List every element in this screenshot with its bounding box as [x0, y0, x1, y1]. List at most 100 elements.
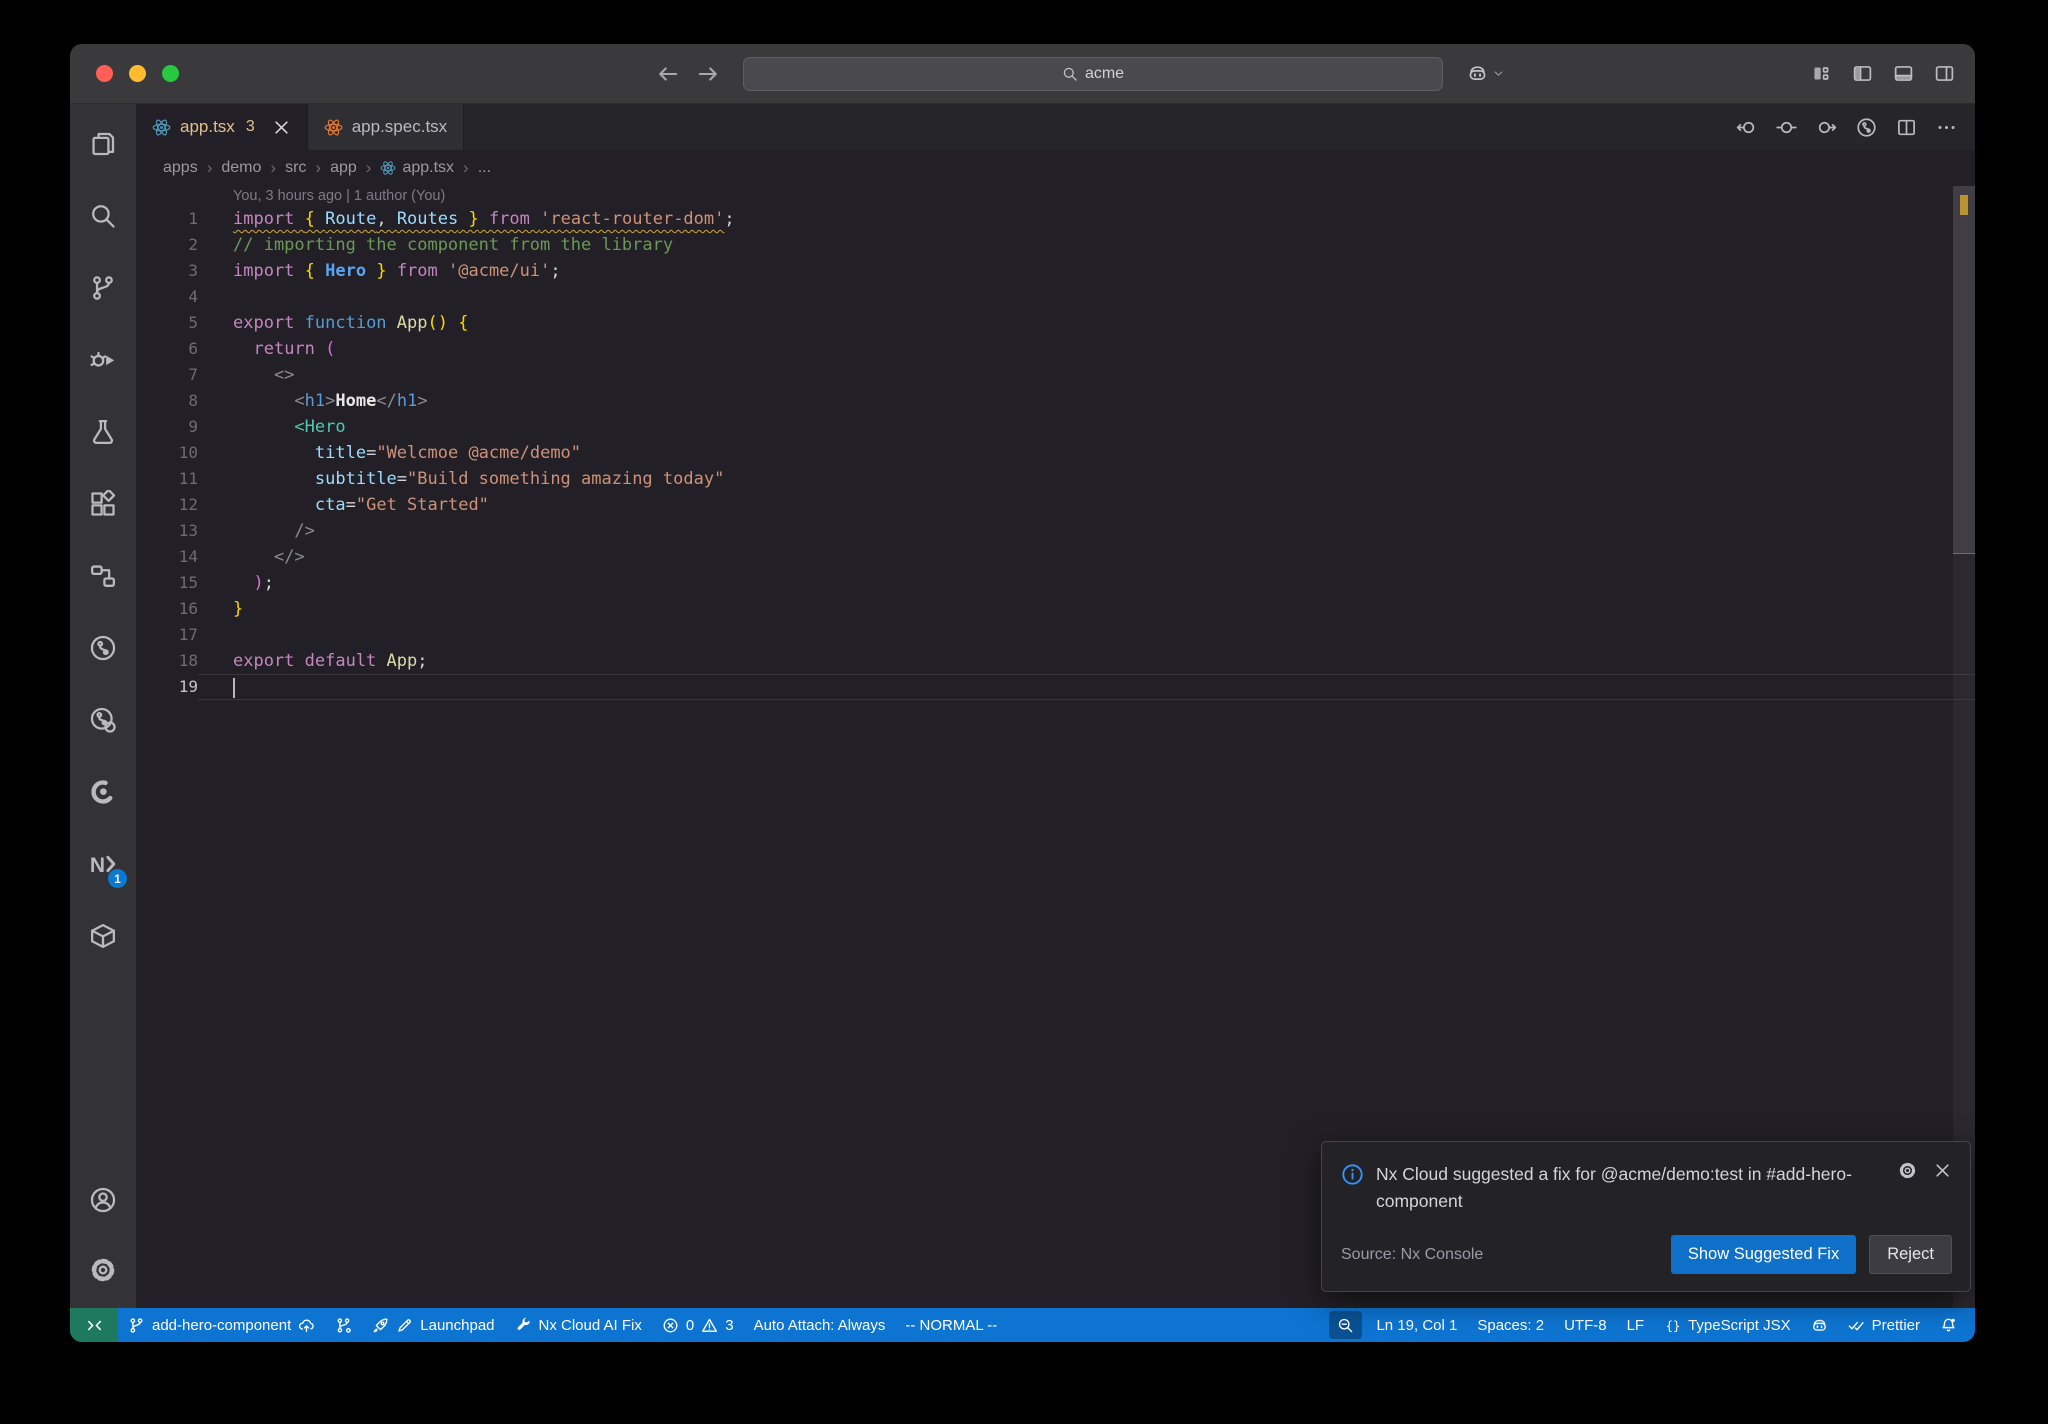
chevron-down-icon: [1492, 67, 1505, 80]
notifications-bell[interactable]: [1930, 1308, 1967, 1342]
breadcrumb-item-[interactable]: ...: [478, 159, 491, 177]
code-line-10[interactable]: 10 title="Welcmoe @acme/demo": [136, 440, 1975, 466]
activity-project-graph[interactable]: [77, 550, 129, 602]
code-line-14[interactable]: 14 </>: [136, 544, 1975, 570]
project-graph-icon: [89, 562, 117, 590]
prettier-status[interactable]: Prettier: [1838, 1308, 1930, 1342]
customize-layout[interactable]: [1811, 63, 1832, 84]
code-line-16[interactable]: 16}: [136, 596, 1975, 622]
activity-accounts[interactable]: [77, 1174, 129, 1226]
encoding[interactable]: UTF-8: [1554, 1308, 1617, 1342]
source-control-icon: [89, 274, 117, 302]
breadcrumb-separator: ›: [206, 158, 213, 177]
zoom-status[interactable]: [1329, 1311, 1363, 1339]
indentation[interactable]: Spaces: 2: [1467, 1308, 1554, 1342]
code-line-11[interactable]: 11 subtitle="Build something amazing tod…: [136, 466, 1975, 492]
activity-nx-console[interactable]: N1: [77, 838, 129, 890]
notification-settings-icon[interactable]: [1898, 1161, 1917, 1180]
vim-mode[interactable]: -- NORMAL --: [895, 1308, 1007, 1342]
close-icon[interactable]: [1933, 1161, 1952, 1180]
code-editor[interactable]: You, 3 hours ago | 1 author (You) 1 impor…: [136, 186, 1975, 1308]
activity-search[interactable]: [77, 190, 129, 242]
activity-gitlens[interactable]: [77, 622, 129, 674]
activity-bar-bottom: [77, 1174, 129, 1296]
scrollbar-thumb[interactable]: [1953, 186, 1975, 554]
gitlens-changes[interactable]: [1776, 117, 1797, 138]
gitlens-graph[interactable]: [1856, 117, 1877, 138]
more-actions[interactable]: [1936, 117, 1957, 138]
toggle-primary-sidebar[interactable]: [1852, 63, 1873, 84]
launchpad-status[interactable]: Launchpad: [362, 1308, 504, 1342]
activity-explorer[interactable]: [77, 118, 129, 170]
command-center-search[interactable]: acme: [743, 56, 1443, 91]
minimize-window-button[interactable]: [129, 65, 146, 82]
code-line-15[interactable]: 15 );: [136, 570, 1975, 596]
breadcrumb-item-demo[interactable]: demo: [221, 159, 261, 177]
navigate-back-icon[interactable]: [655, 61, 681, 87]
git-branch-status[interactable]: add-hero-component: [118, 1308, 325, 1342]
breadcrumb-label: src: [285, 159, 307, 176]
code-line-19[interactable]: 19: [136, 674, 1975, 700]
nx-cloud-ai-fix-label: Nx Cloud AI Fix: [538, 1316, 642, 1334]
code-line-3[interactable]: 3 import { Hero } from '@acme/ui';: [136, 258, 1975, 284]
line-number: 6: [188, 339, 198, 358]
breadcrumb-item-src[interactable]: src: [285, 159, 306, 177]
eol-sequence[interactable]: LF: [1617, 1308, 1655, 1342]
cursor-position[interactable]: Ln 19, Col 1: [1366, 1308, 1467, 1342]
tab-app-tsx[interactable]: app.tsx 3: [136, 104, 308, 150]
code-line-1[interactable]: 1 import { Route, Routes } from 'react-ro…: [136, 206, 1975, 232]
remote-indicator[interactable]: [70, 1308, 118, 1342]
tab-app-spec-tsx[interactable]: app.spec.tsx: [307, 104, 465, 150]
navigate-forward-icon[interactable]: [695, 61, 721, 87]
activity-testing[interactable]: [77, 406, 129, 458]
code-line-6[interactable]: 6 return (: [136, 336, 1975, 362]
code-token: >: [325, 391, 336, 411]
line-content: [198, 284, 1975, 310]
activity-run-and-debug[interactable]: [77, 334, 129, 386]
code-line-18[interactable]: 18 export default App;: [136, 648, 1975, 674]
breadcrumb-item-apptsx[interactable]: app.tsx: [380, 159, 454, 177]
activity-containers[interactable]: [77, 910, 129, 962]
breadcrumb-label: apps: [163, 159, 198, 176]
copilot-status[interactable]: [1801, 1308, 1838, 1342]
gitlens-next-change[interactable]: [1816, 117, 1837, 138]
title-bar: acme: [70, 44, 1975, 104]
code-token: App: [386, 651, 418, 671]
code-line-5[interactable]: 5 export function App() {: [136, 310, 1975, 336]
activity-gitlens-inspect[interactable]: [77, 694, 129, 746]
activity-source-control[interactable]: [77, 262, 129, 314]
activity-manage-settings[interactable]: [77, 1244, 129, 1296]
code-line-12[interactable]: 12 cta="Get Started": [136, 492, 1975, 518]
gitlens-branch-status[interactable]: [325, 1308, 362, 1342]
breadcrumb-item-app[interactable]: app: [330, 159, 357, 177]
close-window-button[interactable]: [96, 65, 113, 82]
problems-status[interactable]: 03: [652, 1308, 744, 1342]
language-mode[interactable]: {} TypeScript JSX: [1654, 1308, 1801, 1342]
show-suggested-fix-button[interactable]: Show Suggested Fix: [1670, 1235, 1857, 1274]
activity-extensions[interactable]: [77, 478, 129, 530]
containers-icon: [89, 922, 117, 950]
line-number: 2: [188, 235, 198, 254]
code-line-17[interactable]: 17: [136, 622, 1975, 648]
breadcrumb-item-apps[interactable]: apps: [163, 159, 198, 177]
code-line-9[interactable]: 9 <Hero: [136, 414, 1975, 440]
gitlens-previous-change[interactable]: [1736, 117, 1757, 138]
close-tab[interactable]: [272, 118, 291, 137]
line-content: <>: [198, 362, 1975, 388]
code-line-2[interactable]: 2 // importing the component from the lib…: [136, 232, 1975, 258]
zoom-window-button[interactable]: [162, 65, 179, 82]
split-editor[interactable]: [1896, 117, 1917, 138]
toggle-secondary-sidebar[interactable]: [1934, 63, 1955, 84]
editor-scrollbar[interactable]: [1953, 186, 1975, 1308]
copilot-menu[interactable]: [1467, 63, 1505, 84]
auto-attach[interactable]: Auto Attach: Always: [744, 1308, 896, 1342]
code-line-4[interactable]: 4: [136, 284, 1975, 310]
code-line-13[interactable]: 13 />: [136, 518, 1975, 544]
toggle-panel[interactable]: [1893, 63, 1914, 84]
code-token: {: [304, 261, 326, 281]
reject-button[interactable]: Reject: [1869, 1235, 1952, 1274]
nx-cloud-ai-fix[interactable]: Nx Cloud AI Fix: [505, 1308, 652, 1342]
activity-edge-tools[interactable]: [77, 766, 129, 818]
code-line-7[interactable]: 7 <>: [136, 362, 1975, 388]
code-line-8[interactable]: 8 <h1>Home</h1>: [136, 388, 1975, 414]
